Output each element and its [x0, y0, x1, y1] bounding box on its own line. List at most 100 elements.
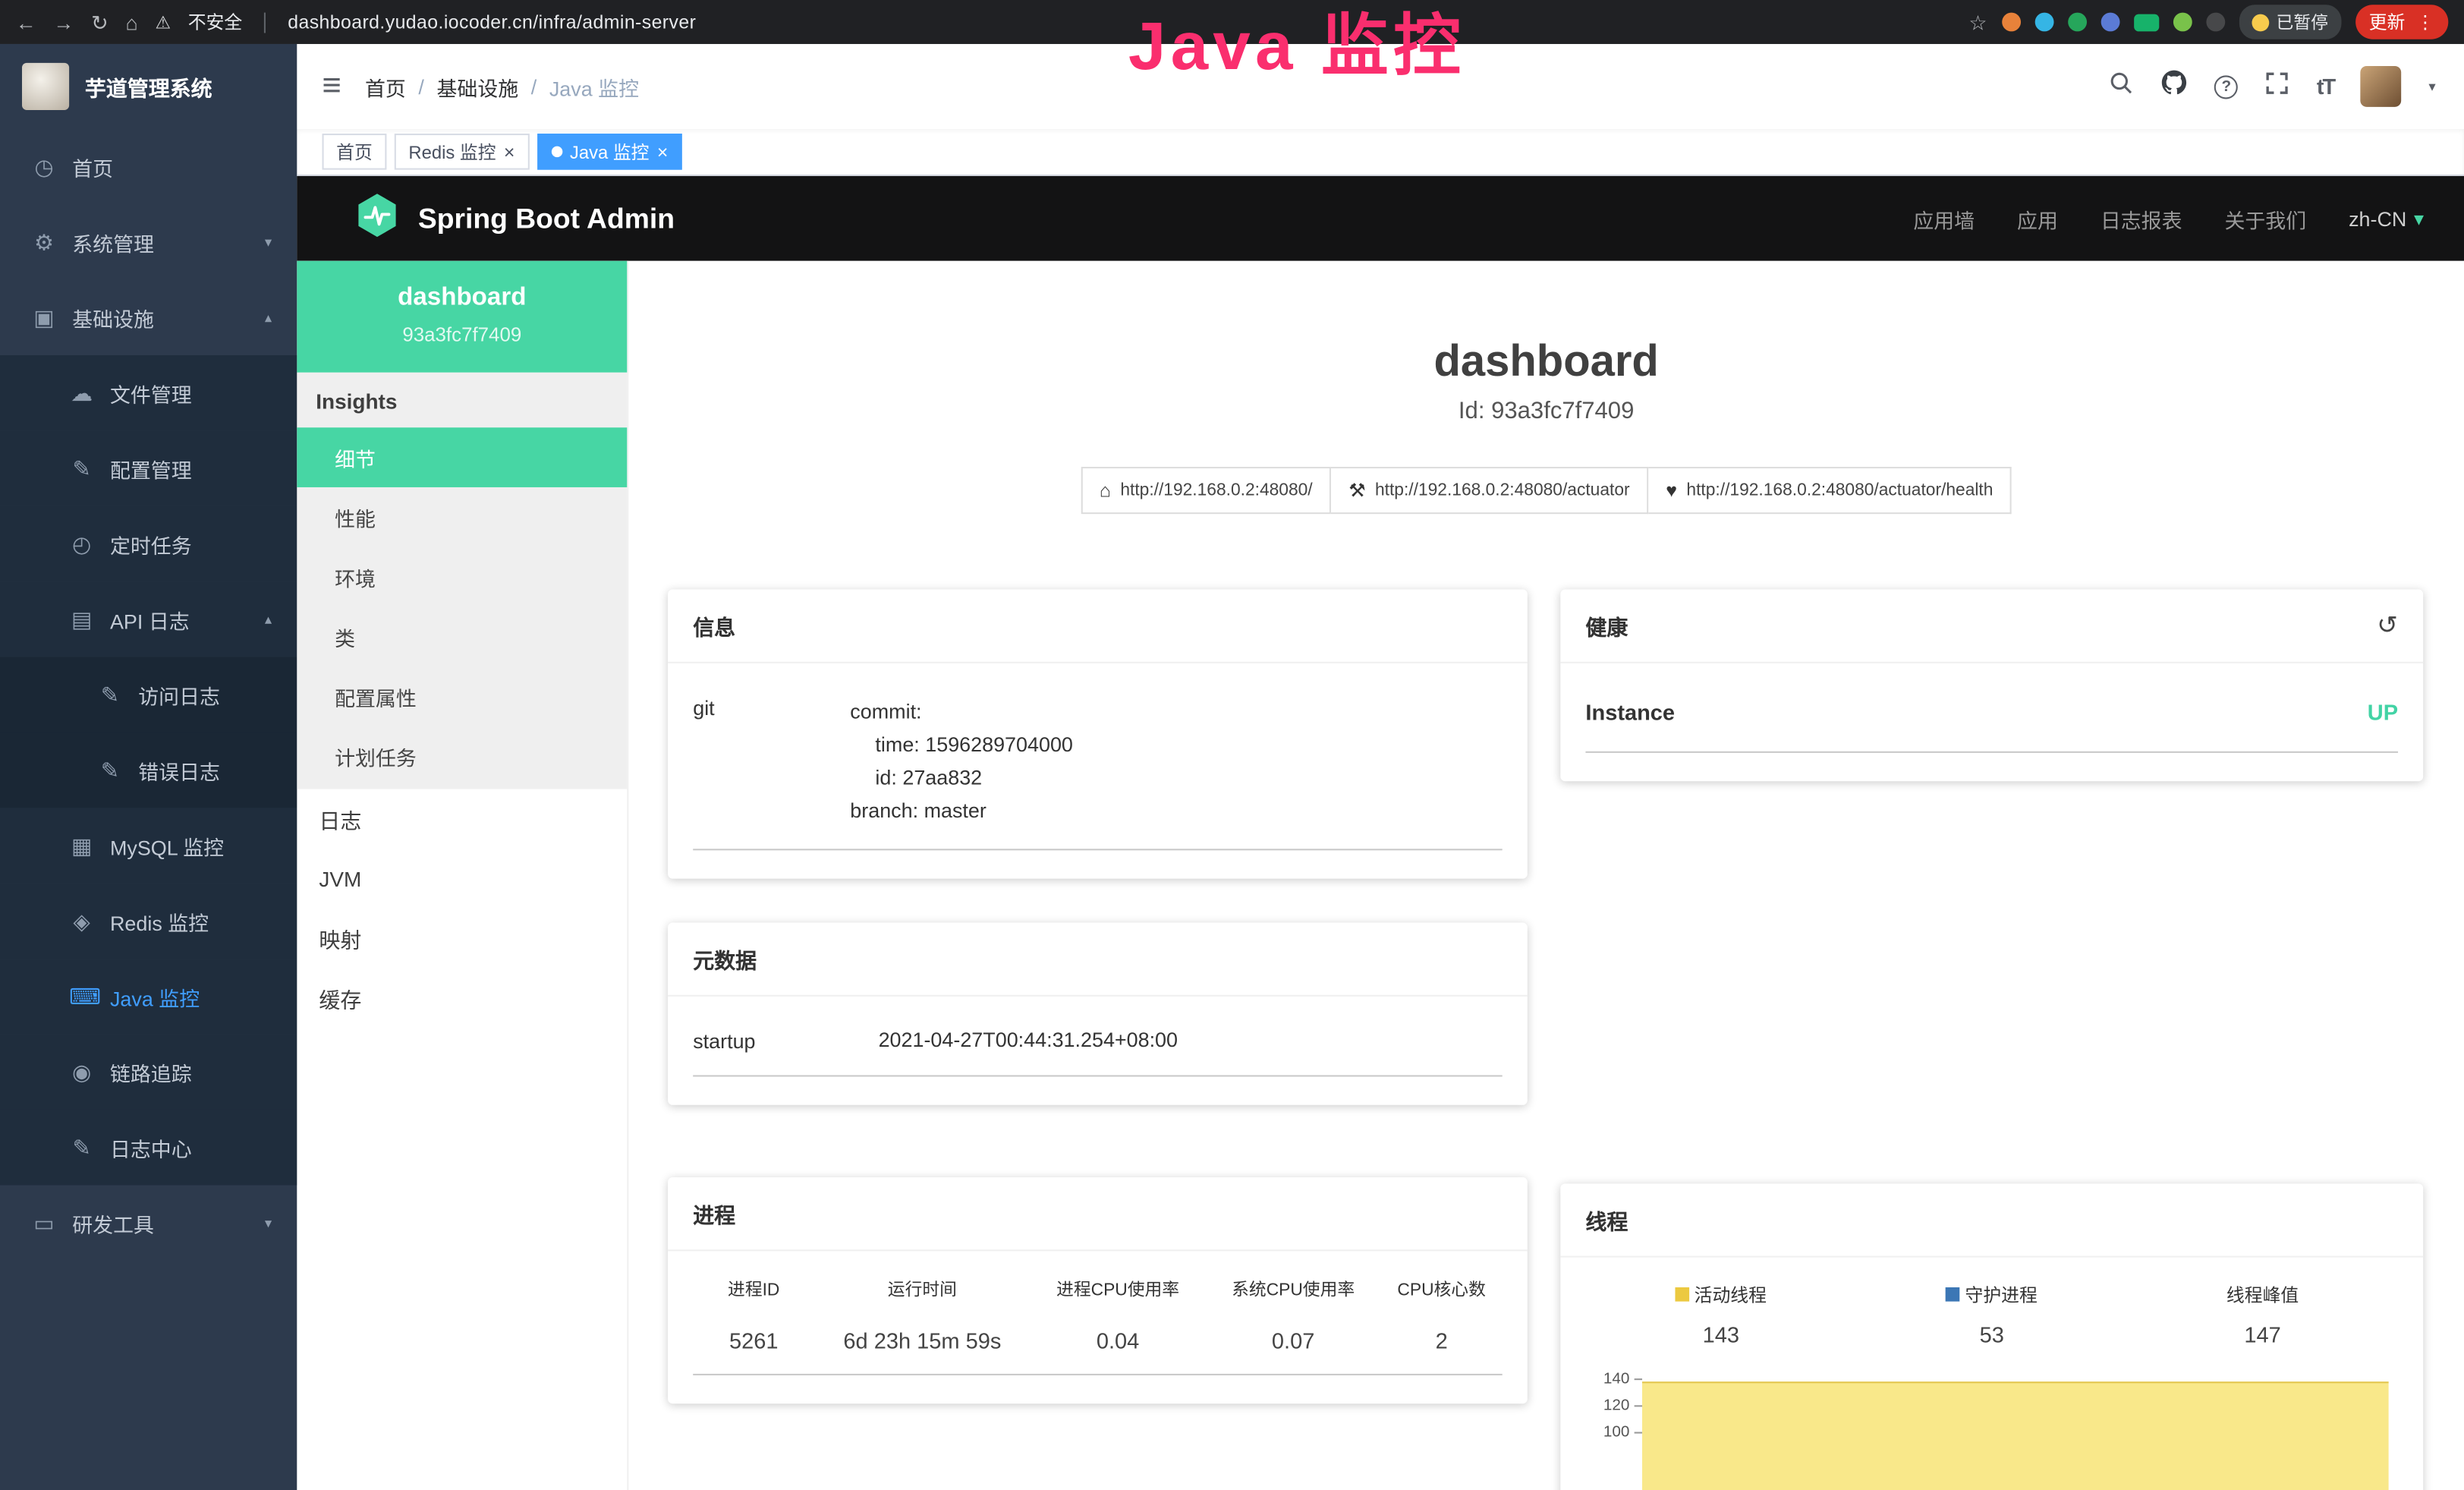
sba-item-logs[interactable]: 日志: [297, 789, 627, 849]
extension-icon[interactable]: [2067, 13, 2086, 32]
forward-icon[interactable]: →: [53, 12, 74, 33]
sba-item-scheduled-tasks[interactable]: 计划任务: [297, 726, 627, 786]
sba-item-classes[interactable]: 类: [297, 606, 627, 666]
font-size-icon[interactable]: tT: [2317, 74, 2334, 99]
extension-icon[interactable]: [2133, 14, 2158, 31]
git-time-line: time: 1596289704000: [850, 728, 1073, 761]
instance-header[interactable]: dashboard 93a3fc7f7409: [297, 261, 627, 373]
browser-home-icon[interactable]: ⌂: [125, 12, 137, 33]
tab-close-icon[interactable]: ×: [504, 142, 515, 161]
bookmark-star-icon[interactable]: ☆: [1968, 12, 1987, 33]
sba-locale-select[interactable]: zh-CN ▾: [2349, 206, 2423, 230]
help-icon[interactable]: ?: [2214, 74, 2238, 98]
app-sidebar: 芋道管理系统 ◷ 首页 ⚙ 系统管理 ▾ ▣ 基础设施 ▴ ☁ 文件管理 ✎: [0, 44, 297, 1490]
tab-close-icon[interactable]: ×: [657, 142, 669, 161]
breadcrumb-current: Java 监控: [549, 71, 639, 101]
git-branch-line: branch: master: [850, 794, 1073, 827]
java-icon: ⌨: [69, 983, 94, 1010]
menu-dots-icon[interactable]: ⋮: [2416, 11, 2434, 33]
sidebar-item-home[interactable]: ◷ 首页: [0, 129, 297, 204]
hamburger-icon[interactable]: ≡: [323, 68, 341, 106]
tick-mark: [1635, 1432, 1642, 1433]
sba-item-metrics[interactable]: 性能: [297, 487, 627, 547]
page-title: dashboard: [628, 336, 2464, 386]
service-url-link[interactable]: ⌂ http://192.168.0.2:48080/: [1081, 467, 1331, 514]
sba-item-mappings[interactable]: 映射: [297, 909, 627, 969]
val-cpu-cores: 2: [1381, 1314, 1503, 1374]
actuator-url-link[interactable]: ⚒ http://192.168.0.2:48080/actuator: [1331, 467, 1648, 514]
sba-brand-title[interactable]: Spring Boot Admin: [418, 202, 675, 235]
col-system-cpu: 系统CPU使用率: [1206, 1276, 1381, 1301]
tab-home[interactable]: 首页: [323, 134, 387, 170]
sba-nav-wallboard[interactable]: 应用墙: [1913, 203, 1975, 233]
sidebar-item-redis-monitor[interactable]: ◈ Redis 监控: [0, 884, 297, 959]
sidebar-item-log-center[interactable]: ✎ 日志中心: [0, 1110, 297, 1185]
sidebar-item-infrastructure[interactable]: ▣ 基础设施 ▴: [0, 280, 297, 355]
health-card-title: 健康: [1585, 610, 1628, 641]
threads-chart-plot-area: [1642, 1366, 2389, 1490]
fullscreen-icon[interactable]: [2265, 70, 2290, 102]
sba-nav-about[interactable]: 关于我们: [2224, 203, 2306, 233]
sba-item-details[interactable]: 细节: [297, 427, 627, 487]
security-label[interactable]: 不安全: [188, 9, 242, 34]
update-button[interactable]: 更新 ⋮: [2355, 5, 2448, 39]
avatar-caret-icon[interactable]: ▾: [2428, 78, 2435, 96]
sba-nav-applications[interactable]: 应用: [2017, 203, 2058, 233]
breadcrumb-home[interactable]: 首页: [365, 71, 406, 101]
extension-icon[interactable]: [2205, 13, 2224, 32]
extension-icon[interactable]: [2034, 13, 2053, 32]
top-navbar: ≡ 首页 / 基础设施 / Java 监控 ? tT: [297, 44, 2464, 129]
sba-item-caches[interactable]: 缓存: [297, 969, 627, 1029]
sidebar-item-config-mgmt[interactable]: ✎ 配置管理: [0, 430, 297, 506]
paused-badge[interactable]: 已暂停: [2239, 5, 2341, 39]
tab-java-monitor[interactable]: Java 监控 ×: [537, 134, 682, 170]
sidebar-item-label: 研发工具: [72, 1208, 154, 1237]
sidebar-item-mysql-monitor[interactable]: ▦ MySQL 监控: [0, 808, 297, 883]
breadcrumb-section[interactable]: 基础设施: [436, 71, 518, 101]
tab-redis-monitor[interactable]: Redis 监控 ×: [395, 134, 529, 170]
chevron-up-icon: ▴: [265, 309, 272, 326]
threads-legend: 活动线程 守护进程 线程峰值: [1585, 1283, 2398, 1308]
metadata-startup-row: startup 2021-04-27T00:44:31.254+08:00: [693, 1009, 1502, 1076]
legend-peak-threads: 线程峰值: [2127, 1283, 2398, 1308]
chevron-up-icon: ▴: [265, 611, 272, 628]
health-url-link[interactable]: ♥ http://192.168.0.2:48080/actuator/heal…: [1648, 467, 2012, 514]
extension-icon[interactable]: [2101, 13, 2119, 32]
sidebar-item-label: Redis 监控: [110, 906, 209, 936]
extension-icon[interactable]: [2173, 13, 2192, 32]
peak-threads-value: 147: [2127, 1322, 2398, 1347]
health-instance-row[interactable]: Instance UP: [1585, 676, 2398, 752]
sba-item-environment[interactable]: 环境: [297, 547, 627, 607]
sidebar-item-java-monitor[interactable]: ⌨ Java 监控: [0, 959, 297, 1034]
col-process-cpu: 进程CPU使用率: [1031, 1276, 1206, 1301]
back-icon[interactable]: ←: [16, 12, 36, 33]
sidebar-item-access-logs[interactable]: ✎ 访问日志: [0, 657, 297, 732]
sidebar-item-trace[interactable]: ◉ 链路追踪: [0, 1035, 297, 1110]
sidebar-item-error-logs[interactable]: ✎ 错误日志: [0, 732, 297, 808]
url-text[interactable]: dashboard.yudao.iocoder.cn/infra/admin-s…: [288, 11, 696, 33]
sba-item-config-props[interactable]: 配置属性: [297, 666, 627, 726]
update-label: 更新: [2369, 9, 2406, 34]
sidebar-item-dev-tools[interactable]: ▭ 研发工具 ▾: [0, 1185, 297, 1260]
extension-icon[interactable]: [2001, 13, 2020, 32]
sba-item-jvm[interactable]: JVM: [297, 849, 627, 909]
sidebar-item-file-mgmt[interactable]: ☁ 文件管理: [0, 355, 297, 430]
search-icon[interactable]: [2110, 70, 2135, 102]
y-tick-label: 140: [1603, 1371, 1630, 1388]
eye-icon: ◉: [69, 1059, 94, 1085]
sba-nav-journal[interactable]: 日志报表: [2101, 203, 2182, 233]
metadata-value: 2021-04-27T00:44:31.254+08:00: [879, 1028, 1178, 1053]
sidebar-item-api-logs[interactable]: ▤ API 日志 ▴: [0, 581, 297, 657]
tick-mark: [1635, 1405, 1642, 1407]
app-logo[interactable]: 芋道管理系统: [0, 44, 297, 129]
github-icon[interactable]: [2161, 69, 2188, 104]
sidebar-item-system-mgmt[interactable]: ⚙ 系统管理 ▾: [0, 204, 297, 279]
reload-icon[interactable]: ↻: [91, 12, 109, 33]
sidebar-item-scheduled-tasks[interactable]: ◴ 定时任务: [0, 506, 297, 581]
user-avatar[interactable]: [2361, 66, 2402, 107]
history-icon[interactable]: ↺: [2377, 610, 2398, 641]
sidebar-item-label: 配置管理: [110, 453, 192, 483]
threads-card: 线程 活动线程 守护进程: [1560, 1183, 2423, 1490]
tick-mark: [1635, 1378, 1642, 1380]
document-icon: ✎: [97, 757, 122, 783]
